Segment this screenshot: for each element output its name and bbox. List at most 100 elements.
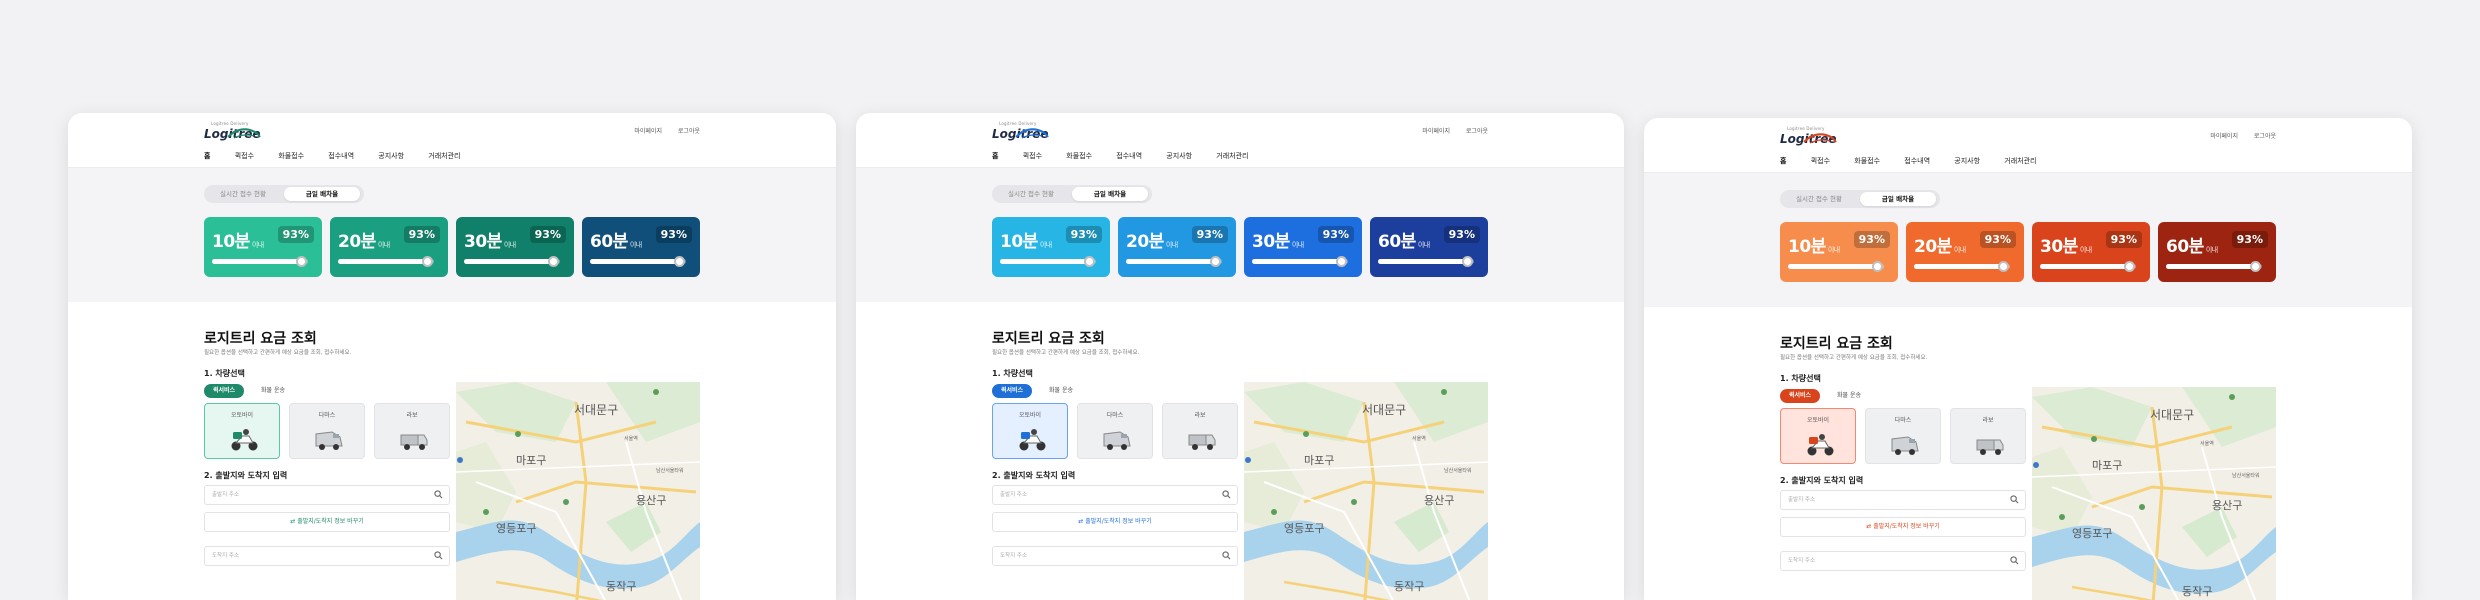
card-percent: 93% [2105,231,2142,248]
vehicle-motorcycle[interactable]: 오토바이 [1780,408,1856,464]
pill-freight[interactable]: 화물 운송 [1040,384,1082,398]
logout-link[interactable]: 로그아웃 [678,128,700,135]
nav-notice[interactable]: 공지사항 [378,149,404,167]
vehicle-damas[interactable]: 다마스 [289,403,365,459]
nav-quick[interactable]: 퀵접수 [235,149,254,167]
vehicle-labo[interactable]: 라보 [1162,403,1238,459]
logout-link[interactable]: 로그아웃 [2254,133,2276,140]
search-icon[interactable] [2010,556,2019,565]
search-icon[interactable] [2010,495,2019,504]
card-progress [1788,261,1884,272]
util-links: 마이페이지 로그아웃 [620,126,700,135]
tab-rate[interactable]: 금일 배차율 [1860,192,1936,206]
vehicle-damas[interactable]: 다마스 [1865,408,1941,464]
mypage-link[interactable]: 마이페이지 [634,128,662,135]
status-toggle: 실시간 접수 현황 금일 배차율 [1780,190,1940,208]
mypage-link[interactable]: 마이페이지 [1422,128,1450,135]
rate-card-60: 60분 이내 93% [2158,222,2276,282]
destination-input[interactable]: 도착지 주소 [204,546,450,566]
nav-home[interactable]: 홈 [1780,154,1787,174]
tab-realtime[interactable]: 실시간 접수 현황 [1784,192,1854,206]
logo-swoosh-icon [1803,133,1837,144]
progress-knob [674,256,686,267]
progress-knob [296,256,308,267]
origin-input[interactable]: 출발지 주소 [992,485,1238,505]
rate-cards: 10분 이내 93% 20분 이내 93% 30분 이내 93% 60분 이내 93% [1780,222,2276,282]
map-canvas: 서대문구 마포구 용산구 영등포구 동작구 남산서울타워 서울역 [456,382,700,600]
vehicle-label: 라보 [1194,412,1206,419]
vehicle-motorcycle[interactable]: 오토바이 [204,403,280,459]
logout-link[interactable]: 로그아웃 [1466,128,1488,135]
pill-freight[interactable]: 화물 운송 [1828,389,1870,403]
origin-input[interactable]: 출발지 주소 [204,485,450,505]
logo[interactable]: Logitree Delivery Logitree [204,121,262,143]
nav-history[interactable]: 접수내역 [328,149,354,167]
card-minutes: 20분 이내 [1914,237,1966,257]
vehicle-labo[interactable]: 라보 [1950,408,2026,464]
swap-button[interactable]: ⇄ 출발지/도착지 정보 바꾸기 [204,512,450,532]
nav-notice[interactable]: 공지사항 [1954,154,1980,172]
pill-freight[interactable]: 화물 운송 [252,384,294,398]
rate-card-10: 10분 이내 93% [1780,222,1898,282]
destination-input[interactable]: 도착지 주소 [992,546,1238,566]
map-view[interactable]: 서대문구 마포구 용산구 영등포구 동작구 남산서울타워 서울역 [456,382,700,600]
card-progress [1126,256,1222,267]
swap-label: 출발지/도착지 정보 바꾸기 [1085,518,1152,525]
rate-card-10: 10분 이내 93% [204,217,322,277]
pill-quick[interactable]: 퀵서비스 [204,384,245,398]
vehicle-labo[interactable]: 라보 [374,403,450,459]
step2-title: 2. 출발지와 도착지 입력 [992,471,1076,480]
nav-quick[interactable]: 퀵접수 [1023,149,1042,167]
map-label-seodaemun: 서대문구 [2150,408,2194,422]
rate-cards: 10분 이내 93% 20분 이내 93% 30분 이내 93% 60분 이내 93% [992,217,1488,277]
rate-card-20: 20분 이내 93% [1906,222,2024,282]
card-minutes: 60분 이내 [1378,232,1430,252]
van-icon [1103,431,1131,450]
nav-history[interactable]: 접수내역 [1904,154,1930,172]
pill-quick[interactable]: 퀵서비스 [992,384,1033,398]
map-label-namsan: 남산서울타워 [2232,472,2260,479]
nav-clients[interactable]: 거래처관리 [1216,149,1248,167]
pill-quick[interactable]: 퀵서비스 [1780,389,1821,403]
mypage-link[interactable]: 마이페이지 [2210,133,2238,140]
tab-realtime[interactable]: 실시간 접수 현황 [208,187,278,201]
nav-freight[interactable]: 화물접수 [1854,154,1880,172]
tab-rate[interactable]: 금일 배차율 [1072,187,1148,201]
nav-clients[interactable]: 거래처관리 [2004,154,2036,172]
nav-freight[interactable]: 화물접수 [278,149,304,167]
nav-notice[interactable]: 공지사항 [1166,149,1192,167]
nav-home[interactable]: 홈 [992,149,999,169]
card-percent: 93% [1317,226,1354,243]
logo[interactable]: Logitree Delivery Logitree [1780,126,1838,148]
map-view[interactable]: 서대문구 마포구 용산구 영등포구 동작구 남산서울타워 서울역 [1244,382,1488,600]
swap-button[interactable]: ⇄ 출발지/도착지 정보 바꾸기 [992,512,1238,532]
map-view[interactable]: 서대문구 마포구 용산구 영등포구 동작구 남산서울타워 서울역 [2032,387,2276,600]
nav-quick[interactable]: 퀵접수 [1811,154,1830,172]
nav-history[interactable]: 접수내역 [1116,149,1142,167]
vehicle-damas[interactable]: 다마스 [1077,403,1153,459]
origin-input[interactable]: 출발지 주소 [1780,490,2026,510]
service-type-toggle: 퀵서비스 화물 운송 [1780,389,1876,403]
header: Logitree Delivery Logitree 마이페이지 로그아웃 [992,113,1488,149]
tab-rate[interactable]: 금일 배차율 [284,187,360,201]
search-icon[interactable] [434,490,443,499]
vehicle-label: 라보 [406,412,418,419]
map-label-dongjak: 동작구 [1394,580,1424,593]
dispatch-section: 실시간 접수 현황 금일 배차율 10분 이내 93% 20분 이내 93% 30분… [856,168,1624,302]
vehicle-label: 오토바이 [1018,412,1042,419]
logo[interactable]: Logitree Delivery Logitree [992,121,1050,143]
tab-realtime[interactable]: 실시간 접수 현황 [996,187,1066,201]
search-icon[interactable] [1222,551,1231,560]
nav-clients[interactable]: 거래처관리 [428,149,460,167]
search-icon[interactable] [1222,490,1231,499]
nav-freight[interactable]: 화물접수 [1066,149,1092,167]
swap-button[interactable]: ⇄ 출발지/도착지 정보 바꾸기 [1780,517,2026,537]
screen-blue: Logitree Delivery Logitree 마이페이지 로그아웃 홈 … [856,113,1624,600]
fare-title: 로지트리 요금 조회 [992,331,1105,347]
progress-knob [1462,256,1474,267]
destination-input[interactable]: 도착지 주소 [1780,551,2026,571]
vehicle-motorcycle[interactable]: 오토바이 [992,403,1068,459]
card-minutes: 10분 이내 [212,232,264,252]
search-icon[interactable] [434,551,443,560]
nav-home[interactable]: 홈 [204,149,211,169]
